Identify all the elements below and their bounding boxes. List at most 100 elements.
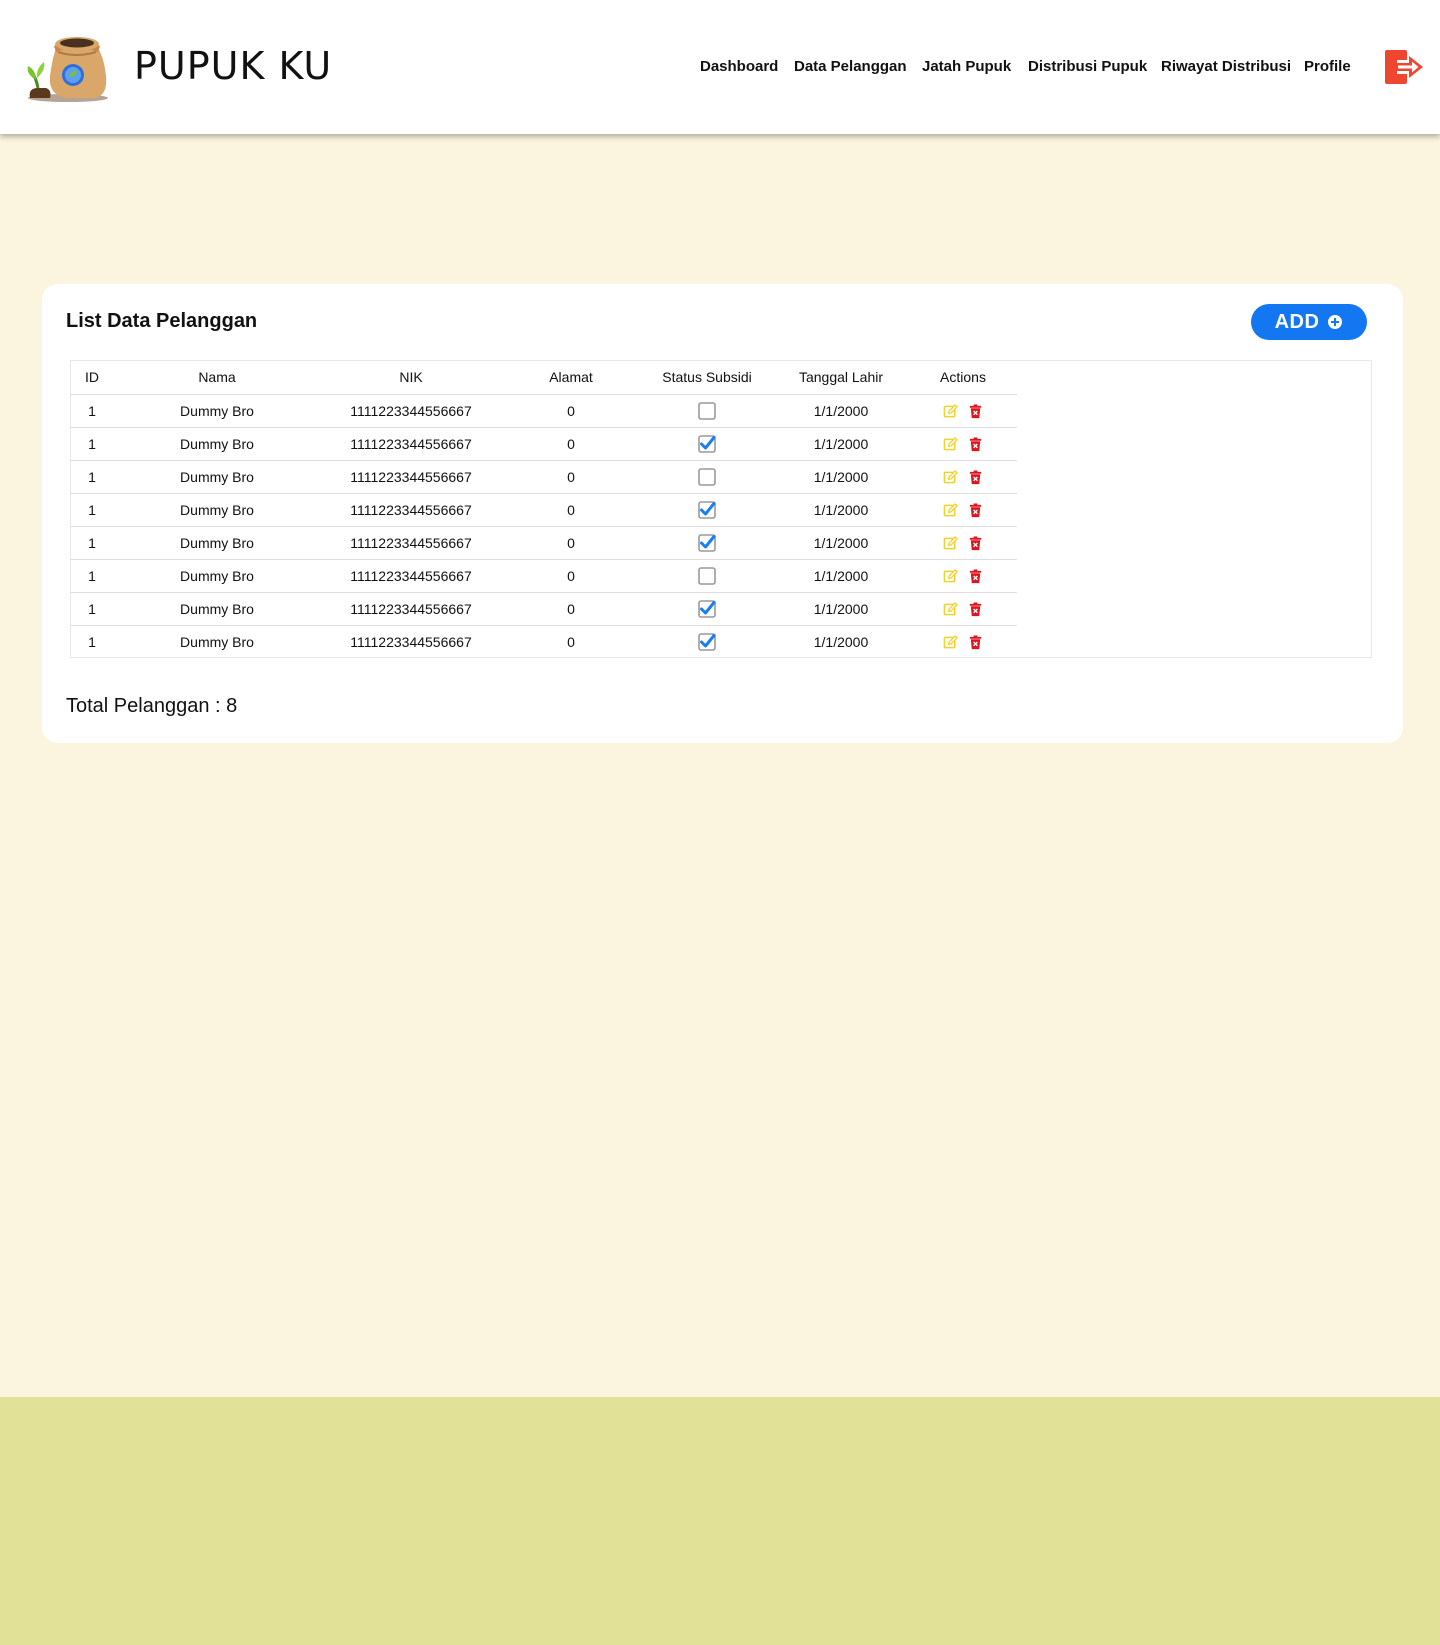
cell-alamat: 0 bbox=[501, 426, 641, 460]
table-body: 1 Dummy Bro 1111223344556667 0 1/1/2000 1 Dumm… bbox=[71, 393, 1017, 658]
column-header-nik: NIK bbox=[399, 369, 423, 386]
delete-icon[interactable] bbox=[963, 600, 988, 616]
subsidy-checkbox[interactable] bbox=[698, 599, 716, 618]
edit-icon[interactable] bbox=[938, 600, 963, 616]
delete-icon[interactable] bbox=[963, 468, 988, 484]
column-header-id: ID bbox=[85, 369, 99, 386]
subsidy-checkbox[interactable] bbox=[698, 533, 716, 552]
subsidy-checkbox[interactable] bbox=[698, 467, 716, 486]
cell-id: 1 bbox=[71, 558, 113, 592]
page-title: List Data Pelanggan bbox=[66, 310, 258, 332]
cell-tanggal-lahir: 1/1/2000 bbox=[773, 624, 909, 658]
nav-item-distribusi-pupuk[interactable]: Distribusi Pupuk bbox=[1028, 58, 1147, 75]
logout-icon bbox=[1385, 50, 1423, 84]
cell-tanggal-lahir: 1/1/2000 bbox=[773, 459, 909, 493]
cell-alamat: 0 bbox=[501, 558, 641, 592]
delete-icon[interactable] bbox=[963, 633, 988, 650]
column-header-nama: Nama bbox=[198, 369, 236, 386]
column-header-alamat: Alamat bbox=[549, 369, 593, 386]
subsidy-checkbox[interactable] bbox=[698, 633, 716, 651]
delete-icon[interactable] bbox=[963, 534, 988, 550]
edit-icon[interactable] bbox=[938, 534, 963, 550]
delete-icon[interactable] bbox=[963, 567, 988, 583]
cell-alamat: 0 bbox=[501, 459, 641, 493]
customer-table-container: ID Nama NIK Alamat Status Subsidi Tangga… bbox=[70, 360, 1372, 658]
cell-actions bbox=[909, 393, 1017, 427]
cell-nik: 1111223344556667 bbox=[321, 591, 501, 625]
edit-icon[interactable] bbox=[938, 468, 963, 484]
table-header-row: ID Nama NIK Alamat Status Subsidi Tangga… bbox=[71, 361, 1017, 394]
cell-nik: 1111223344556667 bbox=[321, 525, 501, 559]
column-header-actions: Actions bbox=[940, 369, 986, 386]
customer-list-card: List Data Pelanggan ADD ID Nama NIK Alam… bbox=[42, 284, 1403, 743]
column-header-status-subsidi: Status Subsidi bbox=[662, 369, 752, 386]
cell-status-subsidi bbox=[641, 558, 773, 592]
edit-icon[interactable] bbox=[938, 501, 963, 517]
cell-id: 1 bbox=[71, 624, 113, 658]
cell-alamat: 0 bbox=[501, 492, 641, 526]
subsidy-checkbox[interactable] bbox=[698, 566, 716, 585]
fertilizer-sack-logo bbox=[24, 30, 110, 102]
cell-tanggal-lahir: 1/1/2000 bbox=[773, 492, 909, 526]
subsidy-checkbox[interactable] bbox=[698, 434, 716, 453]
cell-actions bbox=[909, 492, 1017, 526]
cell-actions bbox=[909, 525, 1017, 559]
cell-alamat: 0 bbox=[501, 393, 641, 427]
cell-nik: 1111223344556667 bbox=[321, 492, 501, 526]
cell-tanggal-lahir: 1/1/2000 bbox=[773, 393, 909, 427]
cell-id: 1 bbox=[71, 426, 113, 460]
delete-icon[interactable] bbox=[963, 501, 988, 517]
add-customer-button[interactable]: ADD bbox=[1251, 304, 1367, 340]
cell-status-subsidi bbox=[641, 624, 773, 658]
nav-item-dashboard[interactable]: Dashboard bbox=[700, 58, 778, 75]
table-row: 1 Dummy Bro 1111223344556667 0 1/1/2000 bbox=[71, 525, 1017, 559]
edit-icon[interactable] bbox=[938, 435, 963, 451]
cell-nama: Dummy Bro bbox=[113, 492, 321, 526]
cell-nik: 1111223344556667 bbox=[321, 426, 501, 460]
delete-icon[interactable] bbox=[963, 435, 988, 451]
table-row: 1 Dummy Bro 1111223344556667 0 1/1/2000 bbox=[71, 558, 1017, 592]
cell-nama: Dummy Bro bbox=[113, 558, 321, 592]
cell-nik: 1111223344556667 bbox=[321, 558, 501, 592]
cell-nama: Dummy Bro bbox=[113, 624, 321, 658]
cell-status-subsidi bbox=[641, 591, 773, 625]
cell-nama: Dummy Bro bbox=[113, 591, 321, 625]
cell-id: 1 bbox=[71, 459, 113, 493]
edit-icon[interactable] bbox=[938, 567, 963, 583]
logout-button[interactable] bbox=[1383, 46, 1425, 88]
cell-tanggal-lahir: 1/1/2000 bbox=[773, 591, 909, 625]
cell-id: 1 bbox=[71, 492, 113, 526]
cell-nama: Dummy Bro bbox=[113, 393, 321, 427]
navbar: PUPUK KU Dashboard Data Pelanggan Jatah … bbox=[0, 0, 1440, 134]
edit-icon[interactable] bbox=[938, 633, 963, 649]
cell-nama: Dummy Bro bbox=[113, 426, 321, 460]
nav-item-profile[interactable]: Profile bbox=[1304, 58, 1351, 75]
cell-actions bbox=[909, 459, 1017, 493]
cell-status-subsidi bbox=[641, 393, 773, 427]
cell-status-subsidi bbox=[641, 525, 773, 559]
table-row: 1 Dummy Bro 1111223344556667 0 1/1/2000 bbox=[71, 393, 1017, 427]
cell-status-subsidi bbox=[641, 492, 773, 526]
customer-table: ID Nama NIK Alamat Status Subsidi Tangga… bbox=[71, 361, 1017, 658]
cell-actions bbox=[909, 426, 1017, 460]
add-button-label: ADD bbox=[1274, 310, 1320, 333]
nav-item-data-pelanggan[interactable]: Data Pelanggan bbox=[794, 58, 907, 75]
edit-icon[interactable] bbox=[938, 402, 963, 418]
table-row: 1 Dummy Bro 1111223344556667 0 1/1/2000 bbox=[71, 426, 1017, 460]
subsidy-checkbox[interactable] bbox=[698, 401, 716, 420]
cell-id: 1 bbox=[71, 393, 113, 427]
cell-nik: 1111223344556667 bbox=[321, 393, 501, 427]
cell-alamat: 0 bbox=[501, 624, 641, 658]
nav-item-riwayat-distribusi[interactable]: Riwayat Distribusi bbox=[1161, 58, 1291, 75]
delete-icon[interactable] bbox=[963, 402, 988, 418]
footer bbox=[0, 1397, 1440, 1645]
cell-nik: 1111223344556667 bbox=[321, 624, 501, 658]
total-customers: Total Pelanggan : 8 bbox=[66, 695, 238, 717]
cell-actions bbox=[909, 624, 1017, 658]
cell-nik: 1111223344556667 bbox=[321, 459, 501, 493]
cell-tanggal-lahir: 1/1/2000 bbox=[773, 426, 909, 460]
cell-tanggal-lahir: 1/1/2000 bbox=[773, 558, 909, 592]
subsidy-checkbox[interactable] bbox=[698, 500, 716, 519]
table-row: 1 Dummy Bro 1111223344556667 0 1/1/2000 bbox=[71, 459, 1017, 493]
nav-item-jatah-pupuk[interactable]: Jatah Pupuk bbox=[922, 58, 1011, 75]
